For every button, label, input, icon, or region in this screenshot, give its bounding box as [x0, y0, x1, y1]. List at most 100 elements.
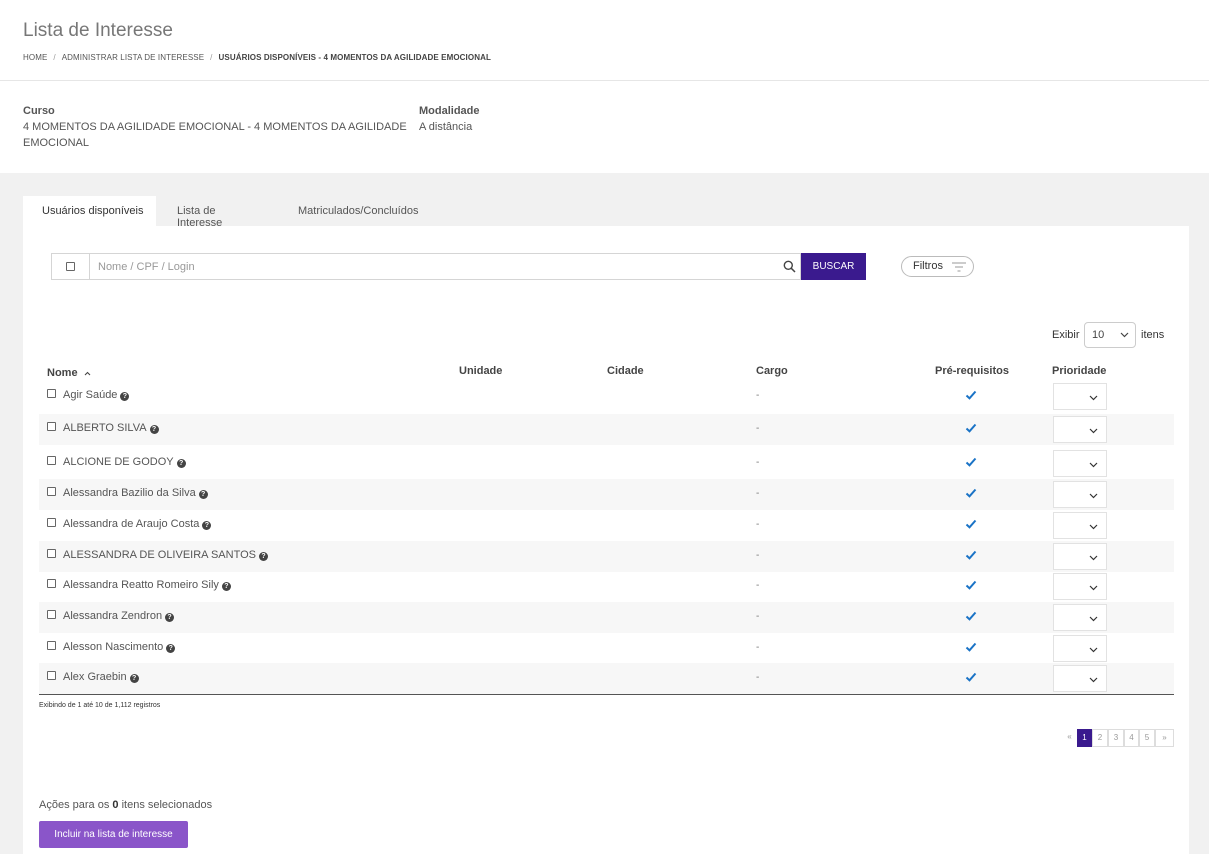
- column-header-cidade: Cidade: [607, 365, 644, 377]
- chevron-down-icon: [1089, 677, 1098, 683]
- page-title: Lista de Interesse: [23, 20, 173, 41]
- filter-icon: [952, 262, 966, 272]
- user-name: Agir Saúde?: [63, 389, 130, 401]
- priority-select[interactable]: [1053, 665, 1107, 692]
- checkmark-icon: [965, 519, 977, 529]
- pagination-page-3[interactable]: 3: [1108, 729, 1124, 747]
- pagination-first[interactable]: «: [1062, 729, 1077, 747]
- checkmark-icon: [965, 390, 977, 400]
- select-all-checkbox[interactable]: [66, 262, 75, 271]
- chevron-down-icon: [1089, 585, 1098, 591]
- user-name: Alesson Nascimento?: [63, 641, 176, 653]
- user-name: ALESSANDRA DE OLIVEIRA SANTOS?: [63, 549, 268, 561]
- help-icon[interactable]: ?: [198, 490, 208, 499]
- row-checkbox[interactable]: [47, 610, 56, 619]
- breadcrumb: HOME / ADMINISTRAR LISTA DE INTERESSE / USUÁ…: [23, 53, 491, 62]
- chevron-down-icon: [1089, 428, 1098, 434]
- select-all-cell: [52, 254, 90, 279]
- row-checkbox[interactable]: [47, 641, 56, 650]
- row-checkbox[interactable]: [47, 579, 56, 588]
- cargo-value: -: [756, 642, 760, 653]
- cargo-value: -: [756, 519, 760, 530]
- modalidade-block: Modalidade A distância: [419, 105, 480, 135]
- user-name: Alessandra Reatto Romeiro Sily?: [63, 579, 231, 591]
- help-icon[interactable]: ?: [176, 459, 186, 468]
- checkmark-icon: [965, 642, 977, 652]
- row-checkbox[interactable]: [47, 422, 56, 431]
- table-row: Alesson Nascimento? -: [39, 633, 1174, 664]
- chevron-down-icon: [1089, 493, 1098, 499]
- priority-select[interactable]: [1053, 383, 1107, 410]
- row-checkbox[interactable]: [47, 671, 56, 680]
- pagination-page-1[interactable]: 1: [1077, 729, 1092, 747]
- help-icon[interactable]: ?: [149, 425, 159, 434]
- column-header-unidade: Unidade: [459, 365, 503, 377]
- column-header-prerequisitos: Pré-requisitos: [935, 365, 1009, 377]
- incluir-lista-button[interactable]: Incluir na lista de interesse: [39, 821, 188, 848]
- sort-ascending-icon: [84, 371, 91, 376]
- cargo-value: -: [756, 390, 760, 401]
- breadcrumb-home[interactable]: HOME: [23, 53, 47, 62]
- user-name: Alessandra Bazilio da Silva?: [63, 487, 208, 499]
- cargo-value: -: [756, 457, 760, 468]
- chevron-down-icon: [1089, 555, 1098, 561]
- tab-lista-de-interesse[interactable]: Lista de Interesse: [177, 196, 222, 229]
- table-row: Alex Graebin? -: [39, 663, 1174, 694]
- table-row: ALESSANDRA DE OLIVEIRA SANTOS? -: [39, 541, 1174, 572]
- help-icon[interactable]: ?: [258, 552, 268, 561]
- chevron-down-icon: [1089, 395, 1098, 401]
- buscar-button[interactable]: BUSCAR: [801, 253, 866, 280]
- priority-select[interactable]: [1053, 416, 1107, 443]
- user-name: ALCIONE DE GODOY?: [63, 456, 186, 468]
- cargo-value: -: [756, 423, 760, 434]
- exibir-label: Exibir: [1052, 329, 1080, 341]
- breadcrumb-current: USUÁRIOS DISPONÍVEIS - 4 MOMENTOS DA AGI…: [218, 53, 491, 62]
- curso-block: Curso 4 MOMENTOS DA AGILIDADE EMOCIONAL …: [23, 105, 407, 151]
- tab-usuarios-disponiveis[interactable]: Usuários disponíveis: [23, 196, 156, 226]
- tab-matriculados-concluidos[interactable]: Matriculados/Concluídos: [298, 196, 418, 226]
- help-icon[interactable]: ?: [202, 521, 212, 530]
- search-icon[interactable]: [783, 260, 796, 273]
- course-info: Curso 4 MOMENTOS DA AGILIDADE EMOCIONAL …: [0, 82, 1209, 173]
- table-row: Alessandra Bazilio da Silva? -: [39, 479, 1174, 510]
- breadcrumb-admin-lista[interactable]: ADMINISTRAR LISTA DE INTERESSE: [62, 53, 204, 62]
- itens-label: itens: [1141, 329, 1165, 341]
- search-input[interactable]: [91, 254, 771, 279]
- table-row: ALBERTO SILVA? -: [39, 414, 1174, 445]
- cargo-value: -: [756, 550, 760, 561]
- pagination-last[interactable]: »: [1155, 729, 1174, 747]
- pagination-page-4[interactable]: 4: [1124, 729, 1139, 747]
- filtros-label: Filtros: [913, 260, 943, 272]
- priority-select[interactable]: [1053, 512, 1107, 539]
- row-checkbox[interactable]: [47, 549, 56, 558]
- checkmark-icon: [965, 550, 977, 560]
- checkmark-icon: [965, 423, 977, 433]
- help-icon[interactable]: ?: [221, 582, 231, 591]
- pagination-page-2[interactable]: 2: [1092, 729, 1108, 747]
- column-header-prioridade: Prioridade: [1052, 365, 1107, 377]
- help-icon[interactable]: ?: [165, 613, 175, 622]
- chevron-down-icon: [1089, 616, 1098, 622]
- row-checkbox[interactable]: [47, 487, 56, 496]
- priority-select[interactable]: [1053, 481, 1107, 508]
- priority-select[interactable]: [1053, 573, 1107, 600]
- priority-select[interactable]: [1053, 635, 1107, 662]
- column-header-nome[interactable]: Nome: [47, 367, 91, 379]
- help-icon[interactable]: ?: [120, 392, 130, 401]
- checkmark-icon: [965, 580, 977, 590]
- pagination-page-5[interactable]: 5: [1139, 729, 1155, 747]
- filtros-button[interactable]: Filtros: [901, 256, 974, 277]
- help-icon[interactable]: ?: [129, 674, 139, 683]
- row-checkbox[interactable]: [47, 456, 56, 465]
- table-row: Alessandra Zendron? -: [39, 602, 1174, 633]
- help-icon[interactable]: ?: [166, 644, 176, 653]
- page-size-select[interactable]: 10: [1084, 322, 1136, 348]
- curso-label: Curso: [23, 105, 55, 117]
- priority-select[interactable]: [1053, 450, 1107, 477]
- user-name: Alessandra Zendron?: [63, 610, 175, 622]
- priority-select[interactable]: [1053, 543, 1107, 570]
- row-checkbox[interactable]: [47, 518, 56, 527]
- row-checkbox[interactable]: [47, 389, 56, 398]
- priority-select[interactable]: [1053, 604, 1107, 631]
- user-name: Alex Graebin?: [63, 671, 139, 683]
